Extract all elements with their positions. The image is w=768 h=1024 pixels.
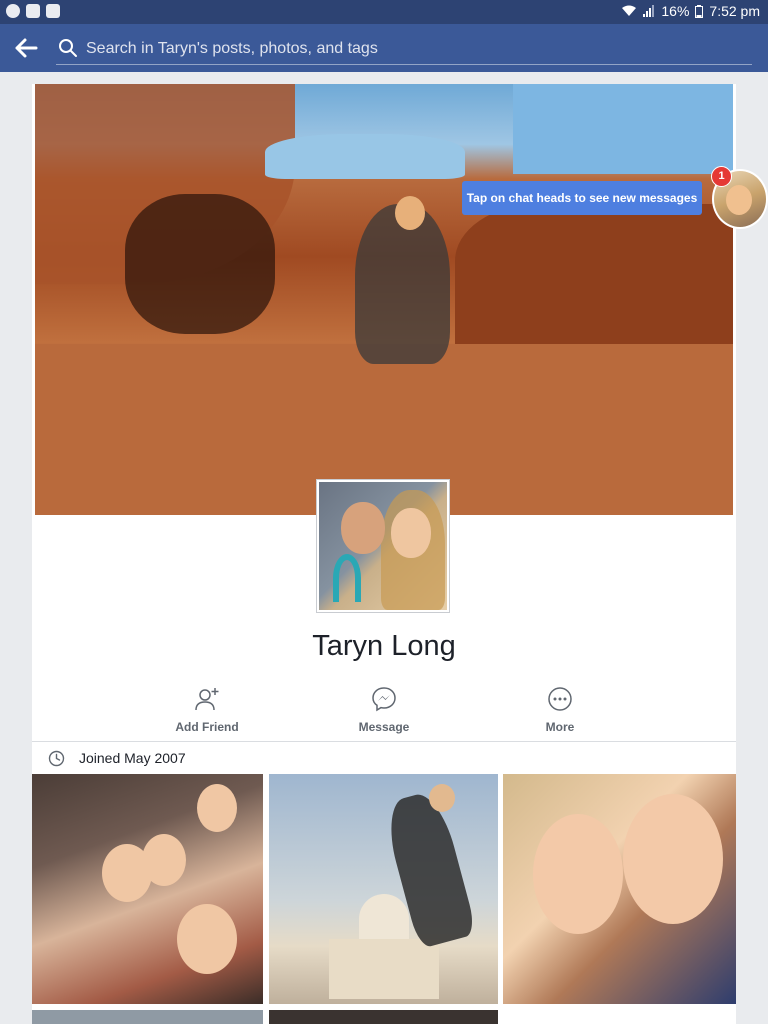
ribbon-icon [333,554,361,602]
back-arrow-icon [15,38,38,58]
cover-arch-opening [265,134,465,179]
photo-face [177,904,237,974]
chat-unread-badge: 1 [711,166,732,187]
photo-thumbnail-party[interactable] [32,774,263,1004]
clock-time: 7:52 pm [709,3,760,19]
search-input[interactable] [84,34,748,64]
avatar-face-man [341,502,385,554]
search-icon [58,38,78,58]
status-bar: 16% 7:52 pm [0,0,768,24]
cover-person-head [395,196,425,230]
back-button[interactable] [14,36,40,60]
search-header [0,24,768,72]
photo-grid [32,774,736,1024]
joined-info: Joined May 2007 [48,747,186,769]
cover-photo[interactable] [35,84,733,515]
status-indicators: 16% 7:52 pm [621,3,760,19]
photo-face [623,794,723,924]
photo-thumbnail[interactable] [269,1010,498,1024]
photo-face [197,784,237,832]
profile-card: Taryn Long Add Friend Message More Joine… [32,84,736,1024]
more-icon [548,687,572,711]
add-friend-button[interactable]: Add Friend [152,684,262,736]
messenger-notification-icon [6,4,20,18]
wifi-icon [621,5,637,17]
battery-percent: 16% [661,3,690,19]
avatar-face-woman [391,508,431,558]
clock-icon [48,750,65,766]
notification-icons [6,4,60,18]
photo-face [533,814,623,934]
joined-date: Joined May 2007 [79,750,186,766]
divider [32,741,736,742]
cover-sky [513,84,733,174]
play-store-notification-icon [26,4,40,18]
photo-thumbnail-taj-mahal[interactable] [269,774,498,1004]
battery-icon [695,4,704,18]
profile-picture[interactable] [317,480,449,612]
messenger-icon [372,687,396,712]
message-button[interactable]: Message [329,684,439,736]
photo-thumbnail-selfie[interactable] [503,774,736,1004]
chat-head-tooltip[interactable]: Tap on chat heads to see new messages [462,181,702,215]
profile-actions: Add Friend Message More [32,684,736,740]
message-label: Message [358,720,410,734]
add-friend-icon [195,688,219,711]
photo-taj-dome [359,894,409,944]
more-label: More [545,720,575,734]
chat-head-face [726,185,752,215]
profile-name: Taryn Long [312,630,456,662]
search-bar[interactable] [56,32,752,65]
photo-jumping-head [429,784,455,812]
photo-taj-base [329,939,439,999]
photo-face [142,834,186,886]
gallery-notification-icon [46,4,60,18]
cover-shadow [125,194,275,334]
photo-thumbnail[interactable] [32,1010,263,1024]
add-friend-label: Add Friend [175,720,239,734]
more-button[interactable]: More [505,684,615,736]
signal-icon [643,5,655,17]
